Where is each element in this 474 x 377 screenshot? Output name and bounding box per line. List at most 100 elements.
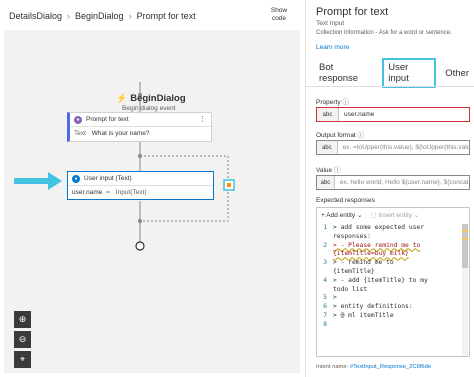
flow-title-text: BeginDialog [130,93,186,104]
scroll-marker [462,230,468,232]
code-line[interactable]: 1 > add some expected user [317,224,463,233]
code-line[interactable]: 8 [317,321,463,330]
line-number: 4 [323,276,327,284]
property-field[interactable]: abc user.name [316,107,470,122]
chevron-right-icon: › [67,11,71,21]
scroll-marker [462,238,468,240]
info-icon: ⓘ [357,132,365,139]
line-number: 5 [323,294,327,302]
more-options-icon[interactable]: ⋮ [199,115,206,123]
focus-icon[interactable]: ⌖ [14,351,31,368]
info-icon: ⓘ [342,99,349,106]
tab-user-input[interactable]: User input [382,58,437,88]
type-prefix[interactable]: abc [317,141,338,154]
code-line[interactable]: 6 > entity definitions: [317,303,463,312]
line-number: 1 [323,224,327,231]
line-number [317,233,333,242]
line-number [317,268,333,277]
highlight-arrow-icon [14,172,62,190]
line-number: 8 [323,320,327,328]
node-title: User input (Text) [84,175,132,182]
breadcrumb-item-prompt[interactable]: Prompt for text [137,11,196,21]
code-lines[interactable]: 1 > add some expected user responses: 2 > - … [317,224,463,356]
line-number: 7 [323,311,327,319]
zoom-in-icon[interactable]: ⊕ [14,311,31,328]
code-line[interactable]: 4 > - add {itemTitle} to my [317,277,463,286]
lightning-icon: ⚡ [116,93,128,103]
user-input-node[interactable]: ● User input (Text) user.name = Input(Te… [67,171,214,200]
panel-description: Collection information - Ask for a word … [316,30,452,36]
expected-responses-label: Expected responses [316,197,375,204]
node-field-value: What is your name? [91,130,150,137]
breadcrumb-item-begin-dialog[interactable]: BeginDialog [75,11,124,21]
chevron-down-icon: ⌄ [413,212,420,219]
type-prefix[interactable]: abc [317,108,339,121]
code-line[interactable]: {itemTitle} [317,268,463,277]
tab-bot-response[interactable]: Bot response [314,59,378,87]
intent-label: Intent name: [316,364,349,370]
flow-connectors [14,82,235,251]
line-text: {itemTitle=buy milk} [333,250,409,258]
value-field[interactable]: abc ex. hello world, Hello ${user.name},… [316,175,470,190]
line-text: > entity definitions: [333,303,413,311]
code-line[interactable]: 7 > @ ml itemTitle [317,312,463,321]
line-text: {itemTitle} [333,267,375,275]
node-header: ● Prompt for text ⋮ [70,113,211,127]
insert-entity-button[interactable]: ⬚ Insert entity ⌄ [370,211,419,219]
line-text: > - Please remind me to [333,241,421,249]
code-line[interactable]: responses: [317,233,463,242]
breadcrumb: DetailsDialog › BeginDialog › Prompt for… [9,9,196,23]
editor-scrollbar[interactable] [462,224,468,356]
code-line[interactable]: 5 > [317,294,463,303]
info-icon: ⓘ [333,167,341,174]
output-format-field[interactable]: abc ex. =toUpper(this.value), ${toUpper(… [316,140,470,155]
line-number: 6 [323,303,327,311]
insert-icon: ⬚ [370,212,377,219]
line-text: > - add {itemTitle} to my [333,276,428,284]
node-title: Prompt for text [86,116,129,123]
code-line[interactable]: {itemTitle=buy milk} [317,250,463,259]
chevron-down-icon: ⌄ [356,212,363,219]
node-field-op: = [106,189,110,196]
value-label: Value ⓘ [316,167,341,174]
loop-marker-inner [227,183,231,187]
user-input-icon: ● [72,174,80,183]
flow-title: ⚡ BeginDialog [116,93,186,104]
output-format-placeholder: ex. =toUpper(this.value), ${toUpper(this… [342,144,469,151]
node-body: user.name = Input(Text) [68,186,213,199]
property-value: user.name [344,111,375,118]
intent-name: Intent name: #TextInput_Response_2C6f6de [316,364,431,370]
node-header: ● User input (Text) [68,172,213,186]
line-number [317,250,333,259]
properties-panel: Prompt for text Text Input Collection in… [305,0,474,377]
panel-tabs: Bot response User input Other [314,58,474,88]
prompt-for-text-node[interactable]: ● Prompt for text ⋮ Text What is your na… [67,112,212,142]
line-text: > add some expected user [333,224,424,231]
code-line[interactable]: todo list [317,286,463,295]
node-field-value: Input(Text) [115,189,147,196]
code-line[interactable]: 2 > - Please remind me to [317,242,463,251]
output-format-label: Output format ⓘ [316,132,365,139]
add-entity-button[interactable]: + Add entity ⌄ [321,211,362,219]
node-body: Text What is your name? [70,127,211,140]
tab-other[interactable]: Other [440,65,474,82]
prompt-icon: ● [74,115,82,124]
expected-responses-editor[interactable]: + Add entity ⌄ ⬚ Insert entity ⌄ 1 > add … [316,207,470,357]
flow-canvas[interactable]: ⚡ BeginDialog Begin dialog event ● Promp… [4,30,300,373]
plus-icon: + [321,212,325,219]
learn-more-link[interactable]: Learn more [316,44,349,51]
flow-subtitle: Begin dialog event [122,105,176,112]
breadcrumb-item-details-dialog[interactable]: DetailsDialog [9,11,62,21]
code-line[interactable]: 3 > - remind me to [317,259,463,268]
end-node-icon [135,241,145,251]
intent-link[interactable]: #TextInput_Response_2C6f6de [350,364,431,370]
line-text: > - remind me to [333,259,394,267]
type-prefix[interactable]: abc [317,176,335,189]
line-text: > [333,294,337,302]
canvas-pane: DetailsDialog › BeginDialog › Prompt for… [0,0,304,377]
node-field-key: Text [74,130,86,137]
chevron-right-icon: › [128,11,132,21]
show-code-button[interactable]: Show code [266,7,292,23]
line-text: responses: [333,232,371,240]
zoom-out-icon[interactable]: ⊖ [14,331,31,348]
